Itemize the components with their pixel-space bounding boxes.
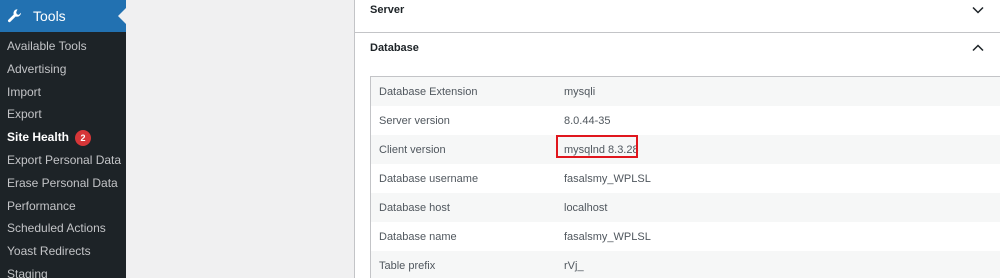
- site-health-info-panel: Server Database Database Extension mysql…: [354, 0, 1000, 278]
- row-value: localhost: [564, 201, 608, 214]
- submenu-label: Scheduled Actions: [7, 221, 106, 236]
- row-label: Database host: [379, 201, 450, 214]
- chevron-down-icon: [972, 6, 984, 14]
- row-value: fasalsmy_WPLSL: [564, 172, 651, 185]
- row-label: Table prefix: [379, 259, 436, 272]
- submenu-label: Yoast Redirects: [7, 244, 91, 259]
- site-health-count-badge: 2: [75, 129, 92, 146]
- accordion-database[interactable]: Database: [355, 33, 1000, 63]
- submenu-available-tools[interactable]: Available Tools: [0, 35, 126, 58]
- row-value: rVj_: [564, 259, 584, 272]
- chevron-up-icon: [972, 44, 984, 52]
- table-row: Database username fasalsmy_WPLSL: [371, 164, 1000, 193]
- row-label: Database Extension: [379, 85, 478, 98]
- menu-tools-label: Tools: [33, 8, 66, 24]
- submenu-scheduled-actions[interactable]: Scheduled Actions: [0, 217, 126, 240]
- submenu-yoast-redirects[interactable]: Yoast Redirects: [0, 240, 126, 263]
- row-label: Server version: [379, 114, 450, 127]
- accordion-server[interactable]: Server: [355, 0, 1000, 33]
- submenu-export[interactable]: Export: [0, 103, 126, 126]
- row-label: Client version: [379, 143, 446, 156]
- admin-sidebar: Tools Available Tools Advertising Import…: [0, 0, 126, 278]
- submenu-erase-personal-data[interactable]: Erase Personal Data: [0, 172, 126, 195]
- row-label: Database username: [379, 172, 479, 185]
- row-value-wrap: mysqlnd 8.3.28: [555, 134, 639, 158]
- database-info-table: Database Extension mysqli Server version…: [370, 76, 1000, 278]
- row-value: fasalsmy_WPLSL: [564, 230, 651, 243]
- row-label: Database name: [379, 230, 457, 243]
- submenu-label: Import: [7, 84, 42, 99]
- submenu-label: Available Tools: [7, 39, 87, 53]
- accordion-database-title: Database: [370, 42, 419, 54]
- row-value: mysqli: [564, 85, 596, 98]
- wrench-icon: [7, 8, 23, 24]
- submenu-label: Site Health: [7, 130, 70, 145]
- submenu-advertising[interactable]: Advertising: [0, 58, 126, 81]
- table-row: Database Extension mysqli: [371, 77, 1000, 106]
- screen: Tools Available Tools Advertising Import…: [0, 0, 1000, 278]
- table-row: Table prefix rVj_: [371, 251, 1000, 278]
- table-row: Client version mysqlnd 8.3.28: [371, 134, 1000, 164]
- submenu-label: Export Personal Data: [7, 152, 122, 167]
- accordion-server-title: Server: [370, 4, 405, 16]
- table-row: Server version 8.0.44-35: [371, 106, 1000, 135]
- submenu-label: Export: [7, 107, 42, 122]
- submenu-import[interactable]: Import: [0, 81, 126, 104]
- submenu-staging[interactable]: Staging: [0, 263, 126, 278]
- submenu-label: Performance: [7, 198, 76, 213]
- submenu-label: Erase Personal Data: [7, 175, 118, 190]
- table-row: Database name fasalsmy_WPLSL: [371, 222, 1000, 251]
- menu-tools[interactable]: Tools: [0, 0, 126, 32]
- submenu-performance[interactable]: Performance: [0, 195, 126, 218]
- row-value: 8.0.44-35: [564, 114, 611, 127]
- highlight-box: [556, 134, 638, 158]
- submenu-label: Staging: [7, 266, 48, 278]
- table-row: Database host localhost: [371, 193, 1000, 222]
- submenu-label: Advertising: [7, 61, 67, 76]
- tools-submenu: Available Tools Advertising Import Expor…: [0, 35, 126, 278]
- submenu-site-health[interactable]: Site Health 2: [0, 126, 126, 149]
- submenu-export-personal-data[interactable]: Export Personal Data: [0, 149, 126, 172]
